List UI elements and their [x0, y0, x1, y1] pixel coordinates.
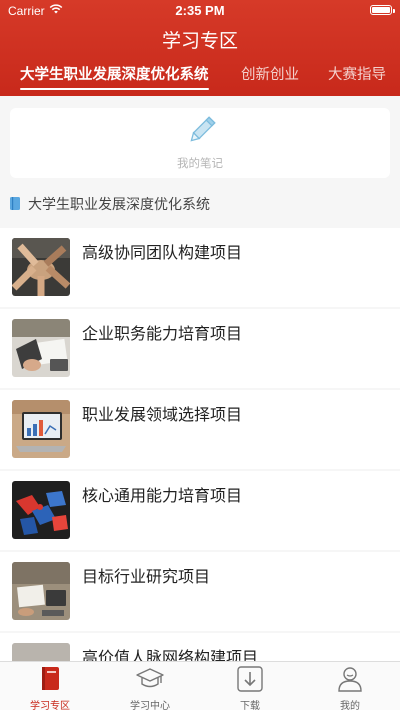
team-hands-thumbnail	[12, 238, 70, 296]
tab-label: 大赛指导	[328, 67, 386, 83]
item-title: 企业职务能力培育项目	[82, 324, 243, 343]
list-item[interactable]: 核心通用能力培育项目	[0, 471, 400, 550]
tabbar-label: 学习专区	[30, 701, 70, 710]
workspace-thumbnail	[12, 562, 70, 620]
office-desk-thumbnail	[12, 319, 70, 377]
list-item[interactable]: 高级协同团队构建项目	[0, 228, 400, 307]
my-notes-card[interactable]: 我的笔记	[10, 108, 390, 178]
status-bar: Carrier 2:35 PM	[0, 0, 400, 22]
list-item[interactable]: 职业发展领域选择项目	[0, 390, 400, 469]
item-title: 核心通用能力培育项目	[82, 486, 243, 505]
clock: 2:35 PM	[175, 3, 225, 18]
user-icon	[338, 667, 362, 692]
bottom-tab-bar: 学习专区 学习中心 下载 我的	[0, 661, 400, 710]
laptop-chart-thumbnail	[12, 400, 70, 458]
item-title: 高级协同团队构建项目	[82, 243, 243, 262]
tab-competition[interactable]: 大赛指导	[328, 63, 386, 84]
header: Carrier 2:35 PM 学习专区 大学生职业发展深度优化系统 创新创业 …	[0, 0, 400, 96]
tabbar-item-study-center[interactable]: 学习中心	[100, 662, 200, 710]
list-item[interactable]: 企业职务能力培育项目	[0, 309, 400, 388]
tabbar-item-mine[interactable]: 我的	[300, 662, 400, 710]
puzzle-thumbnail	[12, 481, 70, 539]
tabbar-item-download[interactable]: 下载	[200, 662, 300, 710]
tabbar-item-study-zone[interactable]: 学习专区	[0, 662, 100, 710]
pencil-icon	[190, 116, 216, 142]
tab-label: 创新创业	[241, 67, 299, 83]
tab-label: 大学生职业发展深度优化系统	[20, 67, 209, 83]
list-item[interactable]: 目标行业研究项目	[0, 552, 400, 631]
tabbar-label: 学习中心	[130, 701, 170, 710]
tabbar-label: 下载	[240, 701, 260, 710]
tabbar-label: 我的	[340, 701, 360, 710]
my-notes-label: 我的笔记	[177, 156, 223, 170]
battery-icon	[370, 5, 395, 15]
page-title: 学习专区	[161, 30, 238, 52]
item-title: 职业发展领域选择项目	[82, 405, 243, 424]
item-title: 目标行业研究项目	[82, 567, 211, 586]
category-tabs: 大学生职业发展深度优化系统 创新创业 大赛指导	[0, 63, 400, 96]
active-tab-indicator	[20, 88, 209, 90]
tab-career-system[interactable]: 大学生职业发展深度优化系统	[20, 63, 209, 90]
book-icon	[42, 667, 59, 690]
book-icon	[10, 197, 20, 210]
tab-innovation[interactable]: 创新创业	[241, 63, 299, 84]
section-title: 大学生职业发展深度优化系统	[28, 197, 210, 213]
graduation-cap-icon	[136, 668, 164, 688]
download-icon	[237, 666, 263, 692]
